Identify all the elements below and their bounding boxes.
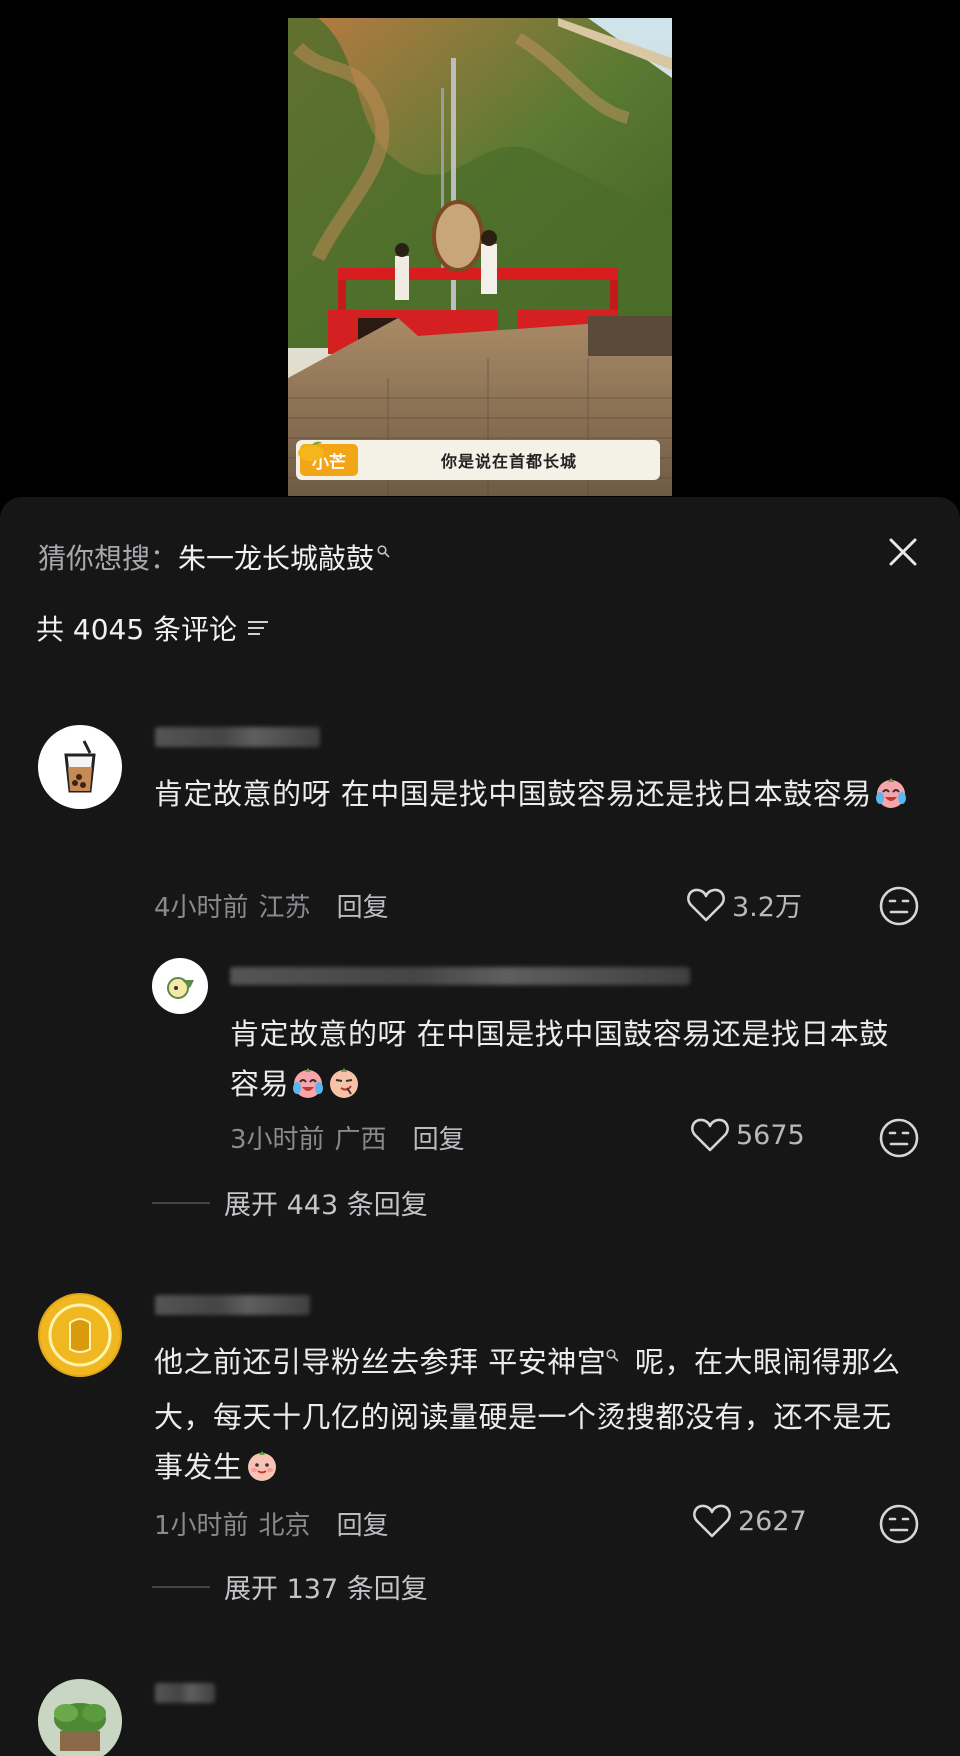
gold-coin-icon xyxy=(40,1295,120,1375)
divider-line xyxy=(152,1201,210,1204)
comment-text: 肯定故意的呀 在中国是找中国鼓容易还是找日本鼓容易 xyxy=(154,769,914,819)
reply-text: 肯定故意的呀 在中国是找中国鼓容易还是找日本鼓容易 xyxy=(230,1009,910,1109)
comment-location: 北京 xyxy=(258,1511,311,1541)
comment-count: 共 4045 条评论 xyxy=(36,608,269,648)
expand-replies-label: 展开 443 条回复 xyxy=(224,1190,428,1221)
search-suggestion[interactable]: 猜你想搜： 朱一龙长城敲鼓 xyxy=(38,537,390,577)
reaction-emoji-icon[interactable] xyxy=(878,885,920,927)
crying-laughing-emoji xyxy=(875,778,906,808)
reply-button[interactable]: 回复 xyxy=(337,1505,389,1542)
video-subtitle: 小芒 你是说在首都长城 xyxy=(296,440,660,480)
suggestion-term[interactable]: 朱一龙长城敲鼓 xyxy=(178,537,374,577)
peach-smirk-emoji xyxy=(330,1068,359,1098)
reply-location: 广西 xyxy=(334,1125,387,1155)
like-count: 3.2万 xyxy=(732,892,802,923)
reply-meta: 3小时前 广西 回复 xyxy=(230,1119,465,1156)
comment-panel: 猜你想搜： 朱一龙长城敲鼓 共 4045 条评论 肯定故意的呀 在中国是找中国鼓… xyxy=(0,497,960,1756)
heart-icon xyxy=(687,888,725,921)
reply-time: 3小时前 xyxy=(230,1125,325,1155)
like-button[interactable]: 3.2万 xyxy=(686,885,802,924)
peach-smile-emoji xyxy=(247,1451,276,1481)
avatar[interactable] xyxy=(152,958,208,1014)
close-icon xyxy=(889,538,917,566)
plant-photo-icon xyxy=(38,1679,122,1756)
expand-replies-label: 展开 137 条回复 xyxy=(224,1574,428,1605)
like-count: 5675 xyxy=(736,1119,805,1151)
avatar[interactable] xyxy=(38,725,122,809)
username-redacted xyxy=(155,1295,310,1315)
reply-button[interactable]: 回复 xyxy=(337,887,389,924)
comment-body: 肯定故意的呀 在中国是找中国鼓容易还是找日本鼓容易 xyxy=(154,777,872,811)
mango-icon xyxy=(298,441,324,461)
subtitle-text: 你是说在首都长城 xyxy=(440,452,577,471)
search-icon xyxy=(606,1347,619,1366)
expand-replies-button[interactable]: 展开 137 条回复 xyxy=(152,1567,428,1606)
divider-line xyxy=(152,1585,210,1588)
avatar[interactable] xyxy=(38,1679,122,1756)
comment-text: 他之前还引导粉丝去参拜 平安神宫 呢，在大眼闹得那么大，每天十几亿的阅读量硬是一… xyxy=(154,1337,914,1492)
avatar[interactable] xyxy=(38,1293,122,1377)
username-redacted xyxy=(155,727,320,747)
reaction-emoji-icon[interactable] xyxy=(878,1117,920,1159)
comment-meta: 1小时前 北京 回复 xyxy=(154,1505,389,1542)
expand-replies-button[interactable]: 展开 443 条回复 xyxy=(152,1183,428,1222)
comment-location: 江苏 xyxy=(258,893,311,923)
bubble-tea-icon xyxy=(64,740,96,793)
video-scene xyxy=(288,18,672,496)
search-icon xyxy=(377,544,390,562)
heart-icon xyxy=(693,1504,731,1538)
reaction-emoji-icon[interactable] xyxy=(878,1503,920,1545)
reply-button[interactable]: 回复 xyxy=(413,1119,465,1156)
comment-time: 1小时前 xyxy=(154,1511,249,1541)
like-count: 2627 xyxy=(738,1505,807,1537)
cartoon-avatar-icon xyxy=(167,977,194,999)
search-link[interactable]: 平安神宫 xyxy=(488,1345,606,1379)
comment-time: 4小时前 xyxy=(154,893,249,923)
comment-body: 他之前还引导粉丝去参拜 xyxy=(154,1345,489,1379)
comment-count-text: 共 4045 条评论 xyxy=(36,613,238,646)
close-button[interactable] xyxy=(882,531,924,573)
suggestion-prefix: 猜你想搜： xyxy=(38,542,179,575)
username-redacted xyxy=(230,967,690,985)
sort-icon[interactable] xyxy=(247,618,269,638)
video-thumbnail[interactable]: 小芒 你是说在首都长城 xyxy=(288,18,672,496)
like-button[interactable]: 2627 xyxy=(692,1503,807,1539)
heart-icon xyxy=(691,1118,729,1152)
crying-laughing-emoji xyxy=(293,1068,324,1098)
comment-meta: 4小时前 江苏 回复 xyxy=(154,887,389,924)
like-button[interactable]: 5675 xyxy=(690,1117,805,1153)
username-redacted xyxy=(155,1683,215,1703)
